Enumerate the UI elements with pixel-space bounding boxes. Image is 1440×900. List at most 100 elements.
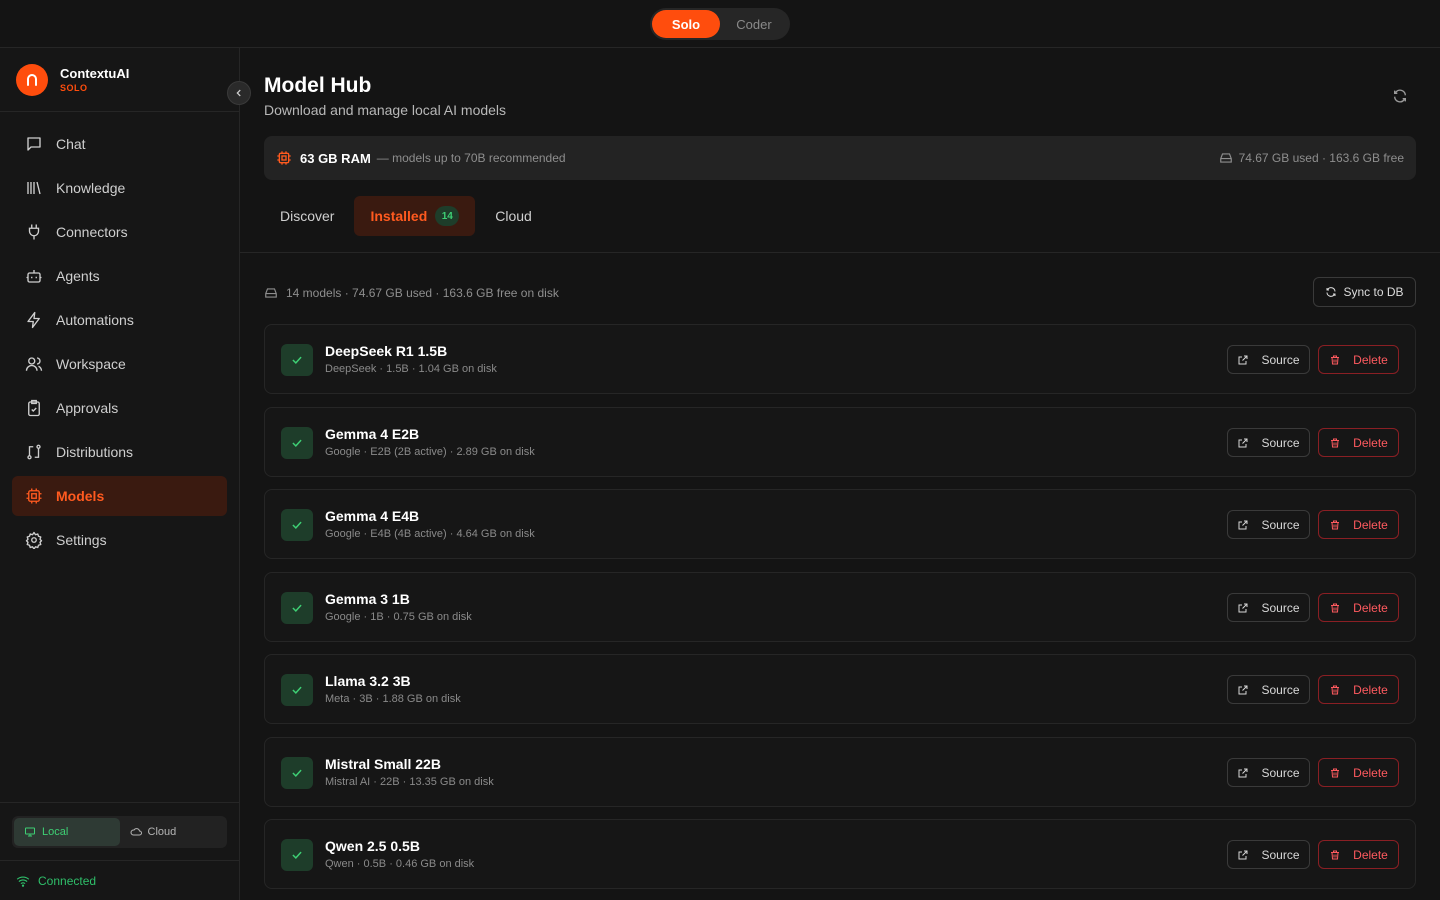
cpu-icon xyxy=(24,486,44,506)
env-cloud-button[interactable]: Cloud xyxy=(120,818,226,846)
delete-button[interactable]: Delete xyxy=(1318,428,1399,457)
brand: ContextuAI SOLO xyxy=(0,48,239,112)
trash-icon xyxy=(1329,602,1347,614)
sidebar-divider xyxy=(0,802,239,803)
tab-discover[interactable]: Discover xyxy=(264,196,350,236)
sync-to-db-button[interactable]: Sync to DB xyxy=(1313,277,1416,307)
sidebar-item-distributions[interactable]: Distributions xyxy=(12,432,227,472)
delete-label: Delete xyxy=(1353,765,1388,780)
tab-installed[interactable]: Installed 14 xyxy=(354,196,476,236)
users-icon xyxy=(24,354,44,374)
library-icon xyxy=(24,178,44,198)
sidebar-item-label: Knowledge xyxy=(56,180,126,196)
env-local-label: Local xyxy=(42,826,69,838)
connection-status: Connected xyxy=(0,860,239,900)
tabs: Discover Installed 14 Cloud xyxy=(264,196,552,236)
delete-label: Delete xyxy=(1353,847,1388,862)
installed-check-icon xyxy=(281,427,313,459)
chat-icon xyxy=(24,134,44,154)
connection-status-label: Connected xyxy=(38,873,97,888)
sidebar-item-label: Approvals xyxy=(56,400,119,416)
sidebar-item-label: Models xyxy=(56,488,105,504)
sync-to-db-label: Sync to DB xyxy=(1343,285,1404,299)
source-button[interactable]: Source xyxy=(1227,675,1310,704)
model-meta: Google · E4B (4B active) · 4.64 GB on di… xyxy=(325,528,535,540)
source-button[interactable]: Source xyxy=(1227,345,1310,374)
ram-banner: 63 GB RAM — models up to 70B recommended… xyxy=(264,136,1416,180)
disk-usage-label: 74.67 GB used · 163.6 GB free xyxy=(1238,151,1404,165)
model-card: Llama 3.2 3B Meta · 3B · 1.88 GB on disk S… xyxy=(264,654,1416,724)
mode-solo-button[interactable]: Solo xyxy=(652,10,720,38)
sidebar-item-connectors[interactable]: Connectors xyxy=(12,212,227,252)
source-label: Source xyxy=(1261,847,1300,862)
model-name: Gemma 3 1B xyxy=(325,591,410,607)
delete-button[interactable]: Delete xyxy=(1318,758,1399,787)
model-card: Gemma 4 E4B Google · E4B (4B active) · 4.… xyxy=(264,489,1416,559)
installed-check-icon xyxy=(281,509,313,541)
model-meta: Mistral AI · 22B · 13.35 GB on disk xyxy=(325,776,494,788)
delete-label: Delete xyxy=(1353,600,1388,615)
source-label: Source xyxy=(1261,435,1300,450)
top-bar: Solo Coder xyxy=(0,0,1440,48)
main-content: Model Hub Download and manage local AI m… xyxy=(240,48,1440,900)
sidebar-item-settings[interactable]: Settings xyxy=(12,520,227,560)
external-link-icon xyxy=(1237,767,1255,779)
clipboard-check-icon xyxy=(24,398,44,418)
external-link-icon xyxy=(1237,437,1255,449)
source-button[interactable]: Source xyxy=(1227,840,1310,869)
sidebar-item-agents[interactable]: Agents xyxy=(12,256,227,296)
refresh-icon xyxy=(1326,287,1336,297)
env-switch: Local Cloud xyxy=(12,816,227,848)
sidebar-item-knowledge[interactable]: Knowledge xyxy=(12,168,227,208)
env-local-button[interactable]: Local xyxy=(14,818,120,846)
delete-button[interactable]: Delete xyxy=(1318,510,1399,539)
trash-icon xyxy=(1329,437,1347,449)
mode-coder-button[interactable]: Coder xyxy=(720,10,788,38)
model-name: Gemma 4 E4B xyxy=(325,508,420,524)
installed-check-icon xyxy=(281,344,313,376)
model-card: Qwen 2.5 0.5B Qwen · 0.5B · 0.46 GB on di… xyxy=(264,819,1416,889)
source-label: Source xyxy=(1261,517,1300,532)
chevron-left-icon xyxy=(236,89,241,97)
gear-icon xyxy=(24,530,44,550)
delete-button[interactable]: Delete xyxy=(1318,345,1399,374)
plug-icon xyxy=(24,222,44,242)
external-link-icon xyxy=(1237,519,1255,531)
source-button[interactable]: Source xyxy=(1227,593,1310,622)
delete-button[interactable]: Delete xyxy=(1318,593,1399,622)
sidebar-item-approvals[interactable]: Approvals xyxy=(12,388,227,428)
model-card: Mistral Small 22B Mistral AI · 22B · 13.3… xyxy=(264,737,1416,807)
sidebar-item-label: Distributions xyxy=(56,444,134,460)
external-link-icon xyxy=(1237,354,1255,366)
source-button[interactable]: Source xyxy=(1227,758,1310,787)
delete-label: Delete xyxy=(1353,517,1388,532)
route-icon xyxy=(24,442,44,462)
delete-button[interactable]: Delete xyxy=(1318,675,1399,704)
external-link-icon xyxy=(1237,684,1255,696)
delete-button[interactable]: Delete xyxy=(1318,840,1399,869)
sidebar-item-chat[interactable]: Chat xyxy=(12,124,227,164)
sidebar-item-workspace[interactable]: Workspace xyxy=(12,344,227,384)
tab-cloud[interactable]: Cloud xyxy=(479,196,548,236)
refresh-icon xyxy=(1394,89,1406,103)
refresh-button[interactable] xyxy=(1390,86,1410,106)
source-button[interactable]: Source xyxy=(1227,428,1310,457)
brand-logo-icon xyxy=(16,63,48,96)
disk-summary-label: 14 models · 74.67 GB used · 163.6 GB fre… xyxy=(286,286,559,300)
model-meta: Qwen · 0.5B · 0.46 GB on disk xyxy=(325,858,475,870)
model-name: Gemma 4 E2B xyxy=(325,426,420,442)
sidebar-item-automations[interactable]: Automations xyxy=(12,300,227,340)
source-label: Source xyxy=(1261,600,1300,615)
installed-check-icon xyxy=(281,757,313,789)
sidebar-item-label: Workspace xyxy=(56,356,126,372)
source-label: Source xyxy=(1261,765,1300,780)
sidebar-item-label: Settings xyxy=(56,532,107,548)
source-button[interactable]: Source xyxy=(1227,510,1310,539)
model-meta: Google · 1B · 0.75 GB on disk xyxy=(325,611,472,623)
sidebar-item-label: Automations xyxy=(56,312,134,328)
sidebar-item-models[interactable]: Models xyxy=(12,476,227,516)
model-meta: Google · E2B (2B active) · 2.89 GB on di… xyxy=(325,446,535,458)
monitor-icon xyxy=(25,827,35,837)
ram-value: 63 GB RAM xyxy=(300,150,371,166)
collapse-sidebar-button[interactable] xyxy=(227,81,251,105)
